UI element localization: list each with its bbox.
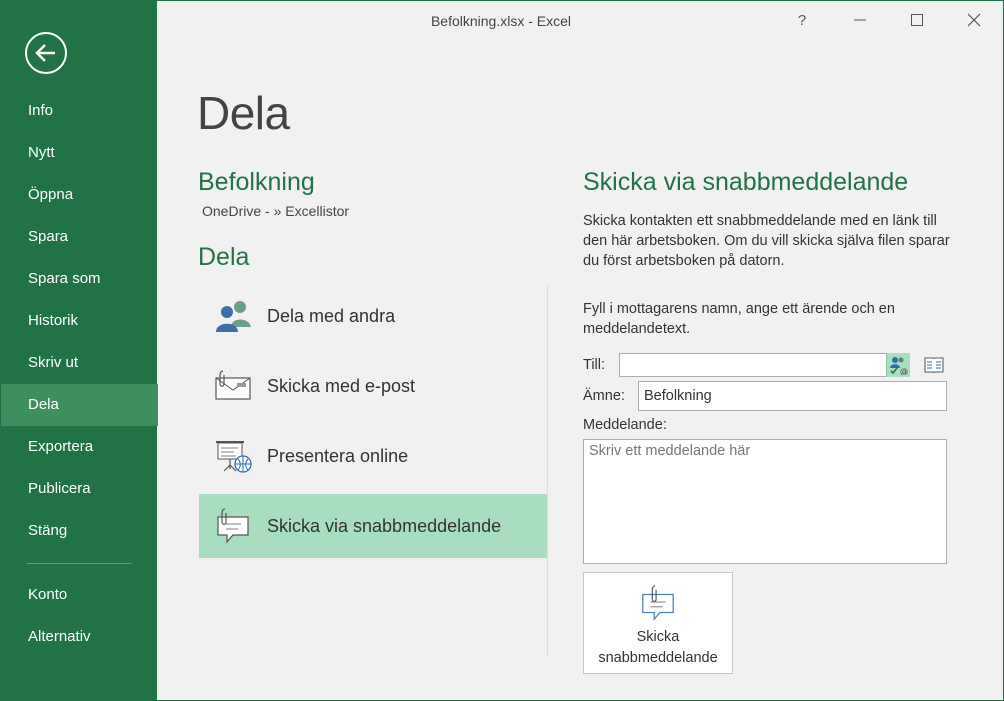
check-names-button[interactable]: @: [886, 353, 910, 377]
nav-info[interactable]: Info: [1, 90, 158, 132]
check-names-icon: @: [889, 357, 908, 375]
nav-konto[interactable]: Konto: [1, 574, 158, 616]
send-im-button[interactable]: Skicka snabbmeddelande: [583, 572, 733, 674]
back-button[interactable]: [25, 32, 67, 74]
option-label: Skicka via snabbmeddelande: [267, 515, 502, 536]
option-send-im[interactable]: Skicka via snabbmeddelande: [199, 494, 547, 558]
close-icon: [967, 13, 981, 27]
option-label: Skicka med e-post: [267, 375, 416, 396]
share-section-title: Dela: [198, 243, 250, 271]
im-bubble-icon: [217, 508, 249, 544]
nav-publicera[interactable]: Publicera: [1, 468, 158, 510]
maximize-button[interactable]: [897, 6, 937, 34]
close-button[interactable]: [954, 6, 994, 34]
panel-title: Skicka via snabbmeddelande: [583, 168, 909, 196]
option-label: Dela med andra: [267, 305, 396, 326]
nav-exportera[interactable]: Exportera: [1, 426, 158, 468]
subject-field[interactable]: [638, 381, 947, 411]
nav-oppna[interactable]: Öppna: [1, 174, 158, 216]
address-book-button[interactable]: [921, 353, 947, 377]
subject-label: Ämne:: [583, 388, 625, 404]
document-name: Befolkning: [198, 168, 315, 196]
minimize-icon: [854, 19, 866, 21]
option-share-with-people[interactable]: Dela med andra: [199, 284, 547, 348]
maximize-icon: [911, 14, 923, 26]
address-book-icon: [924, 357, 944, 374]
window-title: Befolkning.xlsx - Excel: [430, 13, 572, 29]
minimize-button[interactable]: [840, 6, 880, 34]
to-field[interactable]: [619, 353, 887, 377]
send-im-label: Skicka snabbmeddelande: [598, 629, 718, 666]
to-label: Till:: [583, 357, 606, 373]
panel-instructions: Fyll i mottagarens namn, ange ett ärende…: [583, 301, 895, 337]
nav-dela[interactable]: Dela: [1, 384, 158, 426]
im-bubble-icon: [642, 585, 674, 621]
nav-alternativ[interactable]: Alternativ: [1, 616, 158, 658]
sidebar-divider: [27, 563, 132, 564]
backstage-sidebar: Info Nytt Öppna Spara Spara som Historik…: [0, 0, 158, 701]
option-label: Presentera online: [267, 445, 409, 466]
nav-nytt[interactable]: Nytt: [1, 132, 158, 174]
option-present-online[interactable]: Presentera online: [199, 424, 547, 488]
option-send-email[interactable]: Skicka med e-post: [199, 354, 547, 418]
vertical-divider: [547, 285, 548, 657]
page-title: Dela: [197, 87, 290, 139]
message-label: Meddelande:: [583, 417, 667, 433]
nav-historik[interactable]: Historik: [1, 300, 158, 342]
svg-text:@: @: [900, 367, 908, 375]
message-field[interactable]: [583, 439, 947, 564]
arrow-left-icon: [35, 44, 55, 62]
panel-description: Skicka kontakten ett snabbmeddelande med…: [583, 213, 950, 269]
document-path: OneDrive - » Excellistor: [202, 203, 350, 219]
nav-spara-som[interactable]: Spara som: [1, 258, 158, 300]
envelope-icon: [215, 370, 251, 400]
nav-stang[interactable]: Stäng: [1, 510, 158, 552]
people-icon: [216, 301, 251, 332]
nav-skriv-ut[interactable]: Skriv ut: [1, 342, 158, 384]
help-button[interactable]: ?: [782, 6, 822, 34]
nav-spara[interactable]: Spara: [1, 216, 158, 258]
present-online-icon: [216, 441, 252, 473]
